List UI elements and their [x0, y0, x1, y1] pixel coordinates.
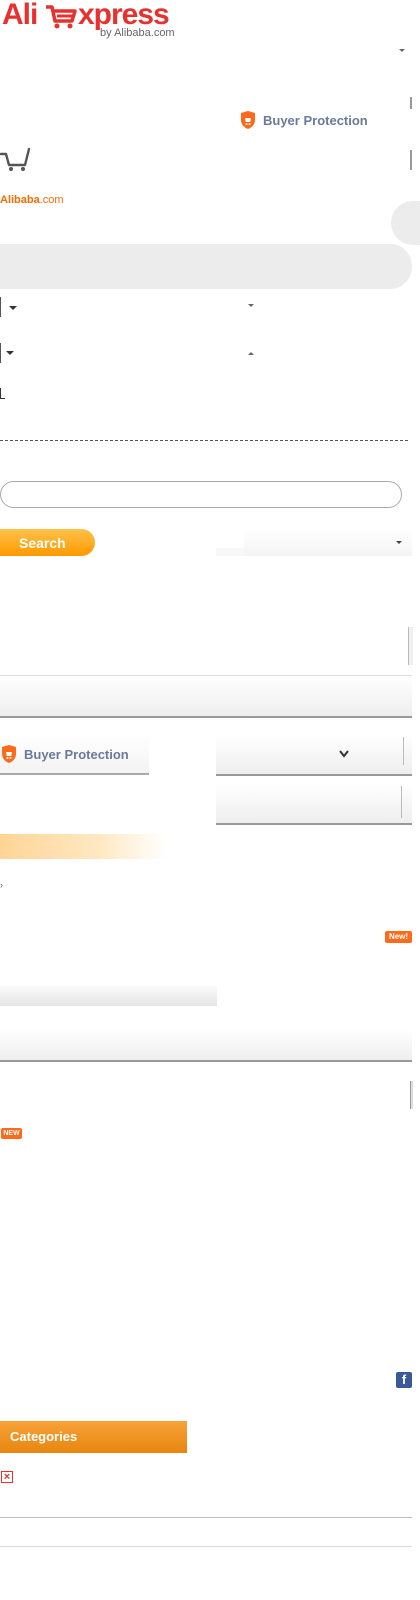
- divider: [0, 1517, 412, 1518]
- logo-ali-text: Ali: [2, 0, 38, 31]
- search-input[interactable]: [0, 481, 402, 508]
- alibaba-link[interactable]: Alibaba.com: [0, 194, 64, 206]
- dropdown-box[interactable]: [216, 734, 412, 776]
- logo-byline: by Alibaba.com: [100, 27, 175, 39]
- chevron-down-icon[interactable]: [399, 49, 405, 52]
- divider: [410, 97, 412, 109]
- corner-mark: [0, 388, 5, 399]
- facebook-icon[interactable]: f: [396, 1372, 412, 1388]
- alibaba-com: .com: [39, 194, 64, 206]
- new-badge-small: NEW: [1, 1128, 22, 1139]
- divider: [401, 786, 402, 818]
- divider: [0, 297, 1, 317]
- side-pill: [391, 201, 420, 245]
- buyer-protection-link[interactable]: Buyer Protection: [239, 110, 368, 130]
- broken-image-icon: ×: [1, 1471, 13, 1483]
- categories-header[interactable]: Categories: [0, 1421, 187, 1453]
- aliexpress-logo[interactable]: Ali xpress by Alibaba.com: [0, 0, 180, 44]
- shield-icon: [2, 745, 16, 763]
- grey-strip: [0, 986, 217, 1006]
- chevron-down-icon[interactable]: [396, 541, 402, 544]
- divider: [410, 150, 412, 170]
- chevron-down-icon[interactable]: [248, 304, 254, 307]
- divider: [0, 1546, 412, 1547]
- section-bar: [0, 1029, 412, 1062]
- scroll-edge: [408, 627, 413, 665]
- buyer-protection-text: Buyer Protection: [263, 112, 368, 128]
- chevron-down-icon[interactable]: [338, 750, 350, 758]
- filler: [216, 548, 244, 556]
- logo-cart-icon: [46, 5, 77, 29]
- chevron-up-icon[interactable]: [248, 352, 254, 355]
- scroll-edge: [410, 1081, 413, 1109]
- buyer-protection-text: Buyer Protection: [24, 746, 129, 762]
- nav-bar: [0, 675, 412, 718]
- chevron-right-icon[interactable]: ›: [0, 880, 3, 890]
- cart-icon[interactable]: [0, 146, 32, 172]
- chevron-down-icon[interactable]: [9, 306, 17, 310]
- promo-highlight: [0, 834, 165, 859]
- divider: [403, 737, 404, 765]
- chevron-down-icon[interactable]: [6, 351, 14, 355]
- category-bar: [0, 244, 412, 289]
- alibaba-brand: Alibaba: [0, 194, 40, 206]
- buyer-protection-banner[interactable]: Buyer Protection: [0, 735, 149, 775]
- divider: [0, 343, 1, 363]
- dashed-separator: [0, 440, 408, 441]
- panel-bar: [216, 784, 412, 825]
- category-select[interactable]: [244, 529, 412, 556]
- search-button[interactable]: Search: [0, 529, 95, 556]
- shield-icon: [241, 111, 255, 129]
- new-badge: New!: [385, 931, 412, 943]
